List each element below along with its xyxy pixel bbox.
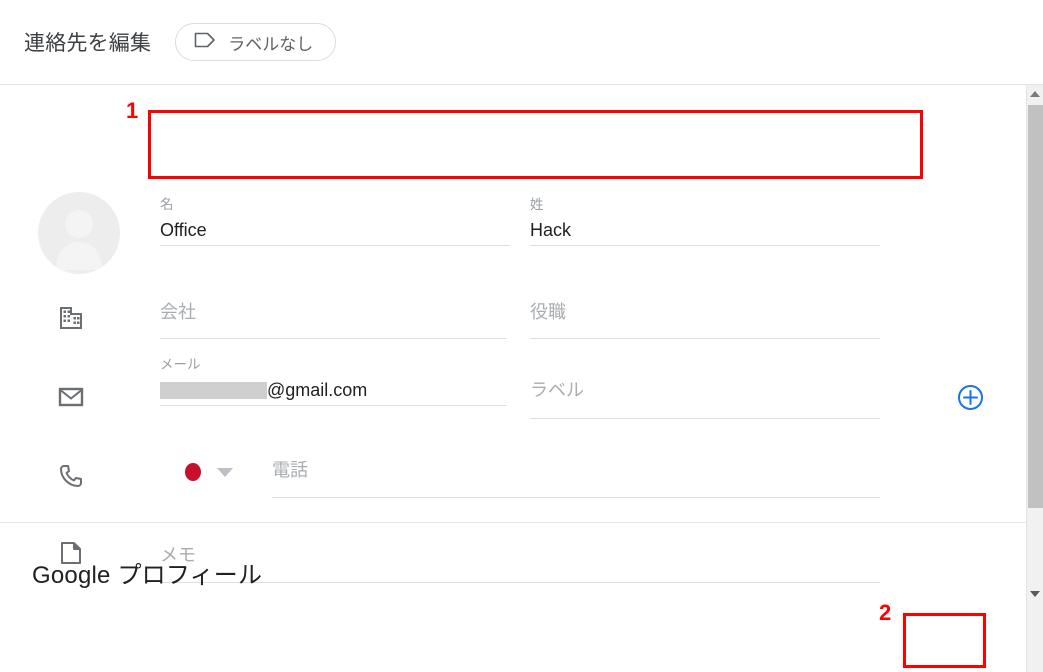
job-title-underline [530,338,880,339]
company-placeholder: 会社 [160,302,196,322]
section-divider [0,522,1026,523]
last-name-label: 姓 [530,197,544,212]
envelope-icon [58,384,84,410]
company-field[interactable]: 会社 [160,297,507,339]
last-name-field[interactable]: 姓 Hack [530,197,880,246]
first-name-label: 名 [160,197,174,212]
job-title-placeholder: 役職 [530,302,566,322]
company-underline [160,338,507,339]
chevron-down-icon [217,467,233,477]
scroll-down-arrow-icon[interactable] [1027,585,1043,602]
last-name-underline [530,245,880,246]
form-content: 名 Office 姓 Hack 会社 役職 メール @gmail.com ラベル… [0,85,1026,672]
email-label-placeholder: ラベル [530,380,584,400]
notes-field[interactable]: メモ [160,540,880,583]
first-name-value: Office [160,220,207,240]
email-label-underline [530,418,880,419]
email-label-field[interactable]: ラベル [530,375,880,419]
edit-contact-dialog: 連絡先を編集 ラベルなし 名 Office 姓 Hack 会社 役職 メール @… [0,0,1043,672]
job-title-field[interactable]: 役職 [530,297,880,339]
email-underline [160,405,507,406]
avatar[interactable] [38,192,120,274]
phone-underline [272,497,880,498]
phone-placeholder: 電話 [272,460,308,480]
notes-placeholder: メモ [160,545,196,565]
notes-underline [160,582,880,583]
scroll-up-arrow-icon[interactable] [1027,85,1043,102]
building-icon [58,305,84,331]
phone-country-selector[interactable] [185,463,233,481]
person-avatar-icon [38,210,120,274]
label-tag-icon [194,32,216,53]
label-chip-label: ラベルなし [228,34,314,54]
email-label: メール [160,357,201,372]
phone-field[interactable]: 電話 [272,455,880,498]
dialog-body: 名 Office 姓 Hack 会社 役職 メール @gmail.com ラベル… [0,85,1043,672]
label-chip-button[interactable]: ラベルなし [175,23,337,61]
email-field[interactable]: メール @gmail.com [160,357,507,406]
first-name-underline [160,245,510,246]
jp-flag-icon [185,463,201,481]
plus-circle-icon[interactable] [957,384,984,411]
email-value-wrap: @gmail.com [160,375,507,405]
email-redaction-block [160,381,267,399]
first-name-field[interactable]: 名 Office [160,197,510,246]
email-domain: @gmail.com [267,380,368,400]
page-title: 連絡先を編集 [24,32,152,55]
scrollbar-thumb[interactable] [1028,105,1043,508]
vertical-scrollbar[interactable] [1026,85,1043,672]
last-name-value: Hack [530,220,572,240]
phone-icon [58,463,84,489]
dialog-header: 連絡先を編集 ラベルなし [0,0,1043,85]
google-profile-heading: Google プロフィール [32,562,263,589]
